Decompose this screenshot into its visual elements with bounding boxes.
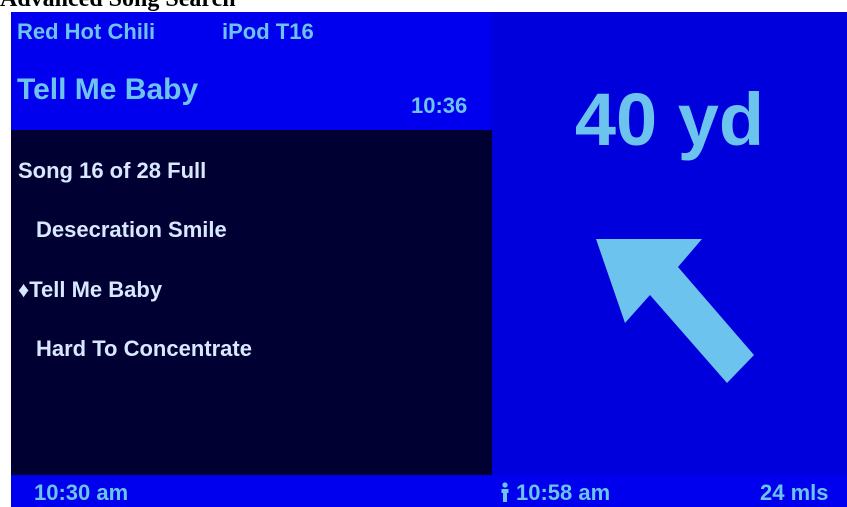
current-song-title: Tell Me Baby: [17, 73, 199, 106]
arrival-time: 10:58 am: [516, 480, 611, 505]
status-bar: 10:30 am 10:58 am 24 mls: [11, 475, 847, 507]
arrival-time-group: 10:58 am: [500, 479, 610, 507]
song-item[interactable]: Desecration Smile: [36, 216, 227, 244]
song-time: 10:36: [411, 93, 468, 118]
music-source: iPod T16: [222, 19, 314, 44]
song-list-panel: Song 16 of 28 Full Desecration Smile ♦Te…: [11, 130, 492, 475]
person-icon: [501, 482, 509, 502]
turn-guidance-panel: 40 yd: [492, 12, 847, 475]
distance-to-turn: 40 yd: [574, 78, 765, 161]
remaining-distance: 24 mls: [760, 480, 829, 505]
current-time: 10:30 am: [34, 480, 129, 505]
now-playing-header: Red Hot Chili iPod T16 Tell Me Baby 10:3…: [11, 12, 492, 130]
navigation-screen: Red Hot Chili iPod T16 Tell Me Baby 10:3…: [11, 12, 847, 507]
song-item-selected[interactable]: ♦Tell Me Baby: [18, 276, 162, 304]
page-title: Advanced Song Search: [0, 0, 236, 11]
arrow-up-left-icon: [596, 239, 754, 383]
song-item[interactable]: Hard To Concentrate: [36, 335, 252, 363]
artist-name: Red Hot Chili: [17, 19, 156, 44]
song-count-status: Song 16 of 28 Full: [18, 158, 207, 183]
